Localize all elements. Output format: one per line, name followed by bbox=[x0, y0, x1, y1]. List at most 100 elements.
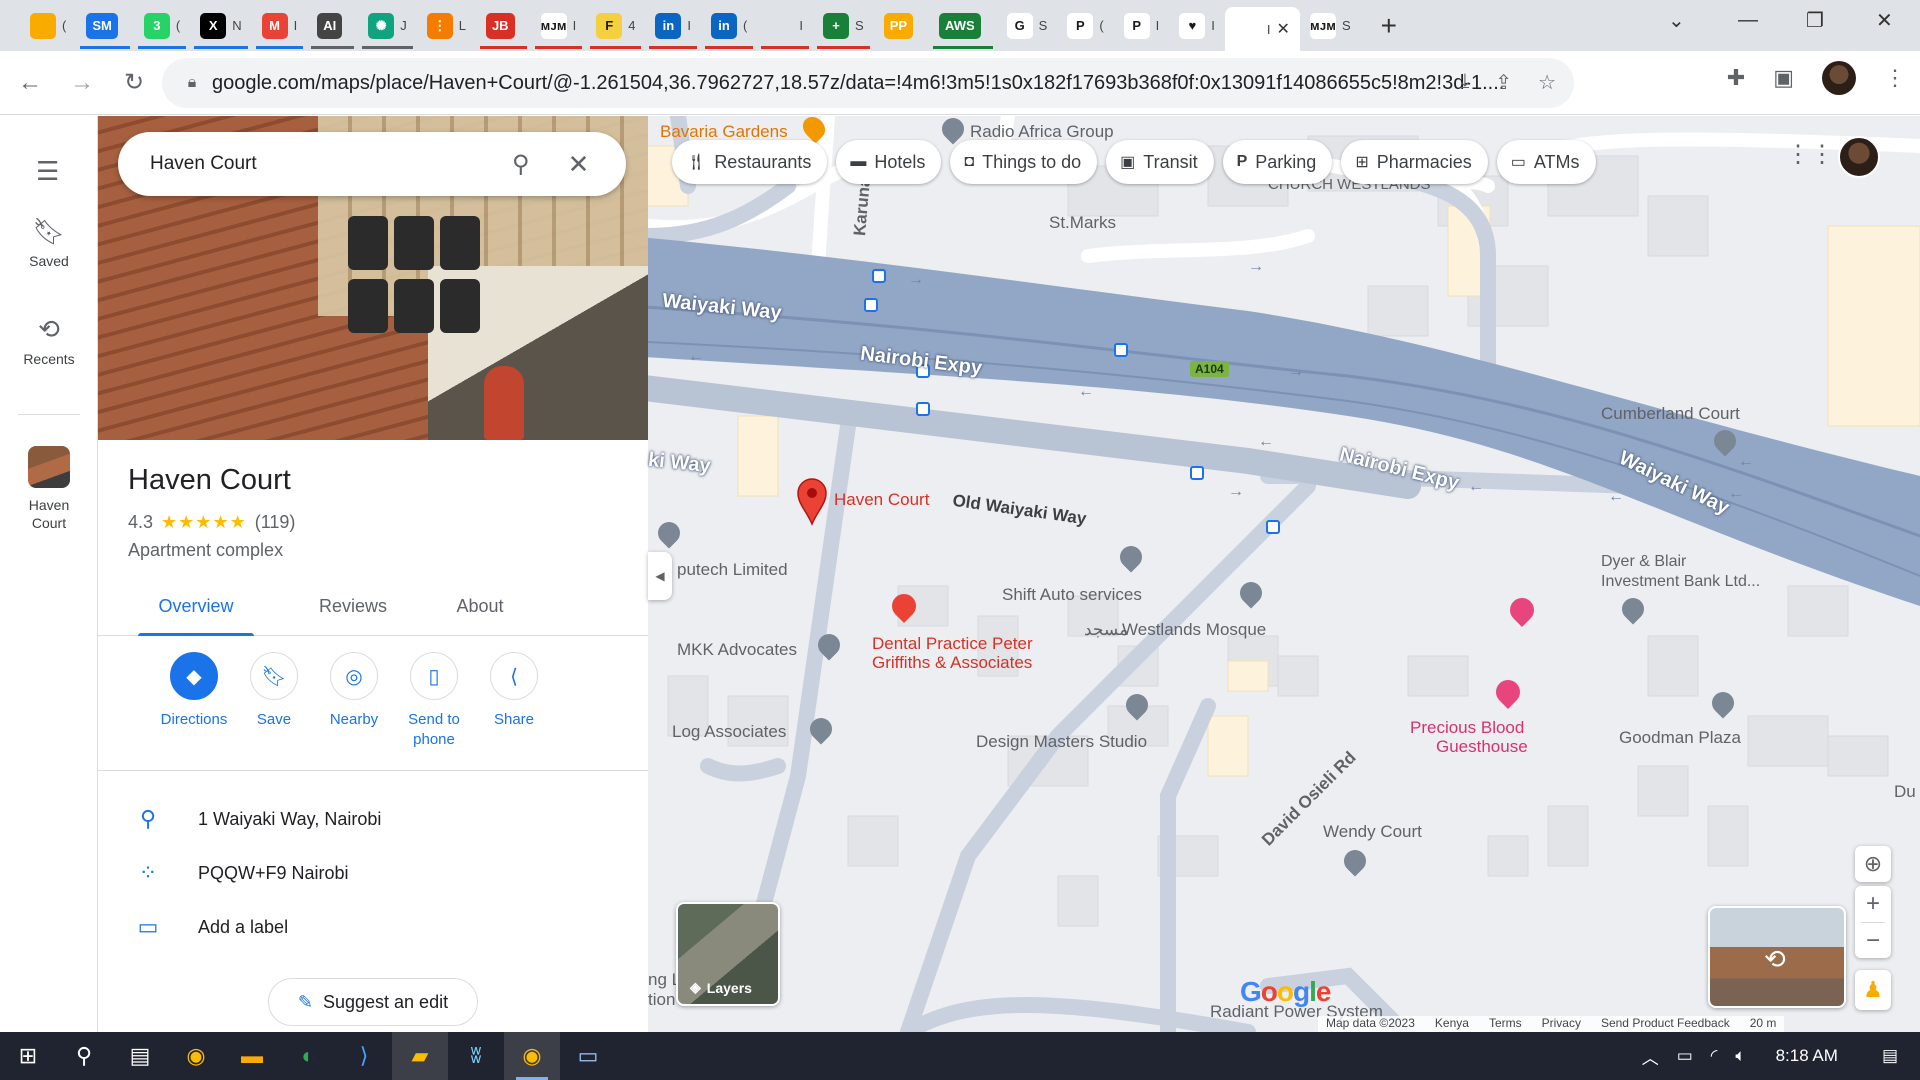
add-label-row[interactable]: ▭ Add a label bbox=[98, 900, 648, 954]
volume-icon[interactable]: 🔈︎ bbox=[1735, 1046, 1745, 1066]
map-label-precious-blood-2[interactable]: Guesthouse bbox=[1436, 737, 1528, 757]
map-label-dental-practice[interactable]: Dental Practice Peter bbox=[872, 634, 1033, 654]
browser-tab[interactable]: I ✕ bbox=[1224, 7, 1300, 51]
map-label-radio-africa[interactable]: Radio Africa Group bbox=[970, 122, 1114, 142]
place-category[interactable]: Apartment complex bbox=[128, 540, 283, 561]
share-page-icon[interactable]: ⇪ bbox=[1495, 70, 1512, 95]
suggest-edit-button[interactable]: ✎ Suggest an edit bbox=[268, 978, 478, 1026]
search-icon[interactable]: ⚲ bbox=[56, 1032, 112, 1080]
browser-tab[interactable]: ⋮ L bbox=[417, 7, 476, 45]
recent-place-haven-court[interactable]: Haven Court bbox=[0, 446, 98, 533]
chip-hotels[interactable]: ▬ Hotels bbox=[836, 140, 942, 184]
back-button[interactable]: ← bbox=[8, 61, 52, 105]
url-text[interactable]: google.com/maps/place/Haven+Court/@-1.26… bbox=[212, 72, 1552, 95]
bus-stop-icon[interactable] bbox=[864, 298, 878, 312]
map-label-design-masters[interactable]: Design Masters Studio bbox=[976, 732, 1147, 752]
browser-tab[interactable]: GS bbox=[997, 7, 1058, 45]
search-box[interactable]: Haven Court ⚲ ✕ bbox=[118, 132, 626, 196]
browser-tab[interactable]: XN bbox=[190, 7, 251, 49]
privacy-link[interactable]: Privacy bbox=[1542, 1016, 1581, 1032]
feedback-link[interactable]: Send Product Feedback bbox=[1601, 1016, 1730, 1032]
browser-tab[interactable]: + S bbox=[813, 7, 874, 49]
map-label-precious-blood[interactable]: Precious Blood bbox=[1410, 718, 1524, 738]
browser-tab[interactable]: ( bbox=[20, 7, 76, 45]
task-view-icon[interactable]: ▤ bbox=[112, 1032, 168, 1080]
terms-link[interactable]: Terms bbox=[1489, 1016, 1522, 1032]
bus-stop-icon[interactable] bbox=[1114, 343, 1128, 357]
clock-time[interactable]: 8:18 AM bbox=[1776, 1046, 1838, 1066]
chip-restaurants[interactable]: 🍴︎ Restaurants bbox=[672, 140, 828, 184]
lock-icon[interactable]: 🔒︎ bbox=[172, 74, 212, 92]
browser-tab[interactable]: MI bbox=[252, 7, 308, 49]
close-window-button[interactable]: ✕ bbox=[1876, 0, 1893, 40]
notifications-icon[interactable]: ▤ bbox=[1882, 1046, 1898, 1066]
zoom-in-button[interactable]: + bbox=[1855, 886, 1891, 922]
chip-atms[interactable]: ▭ ATMs bbox=[1496, 140, 1596, 184]
chip-things-to-do[interactable]: ◘ Things to do bbox=[950, 140, 1098, 184]
chip-transit[interactable]: ▣ Transit bbox=[1106, 140, 1214, 184]
browser-tab[interactable]: P( bbox=[1057, 7, 1113, 45]
restore-button[interactable]: ❐ bbox=[1806, 0, 1824, 40]
chrome-icon[interactable]: ◉ bbox=[168, 1032, 224, 1080]
browser-tab[interactable]: F4 bbox=[586, 7, 645, 49]
close-tab-icon[interactable]: ✕ bbox=[1277, 19, 1290, 39]
tab-overview[interactable]: Overview bbox=[138, 578, 254, 636]
map-label-dyer-blair-2[interactable]: Investment Bank Ltd... bbox=[1601, 573, 1760, 591]
windows-start-icon[interactable]: ⊞ bbox=[0, 1032, 56, 1080]
map-label-westlands-mosque[interactable]: Westlands Mosque bbox=[1122, 620, 1266, 640]
browser-tab[interactable]: AWS bbox=[929, 7, 997, 49]
clear-search-icon[interactable]: ✕ bbox=[568, 149, 590, 180]
hamburger-menu-icon[interactable]: ☰ bbox=[36, 156, 59, 187]
vscode-icon[interactable]: ⟩ bbox=[336, 1032, 392, 1080]
chrome-menu-icon[interactable]: ⋮ bbox=[1884, 65, 1906, 91]
search-icon[interactable]: ⚲ bbox=[512, 150, 530, 179]
map-label-goodman-plaza[interactable]: Goodman Plaza bbox=[1619, 728, 1741, 748]
show-hidden-icons-icon[interactable]: ︿ bbox=[1642, 1044, 1659, 1069]
browser-tab[interactable]: ♥ I bbox=[1169, 7, 1225, 45]
layers-button[interactable]: ◈ Layers bbox=[676, 902, 780, 1006]
browser-tab[interactable]: 3( bbox=[134, 7, 190, 49]
my-location-button[interactable]: ⊕ bbox=[1855, 846, 1891, 882]
browser-tab[interactable]: SM bbox=[76, 7, 134, 49]
extensions-icon[interactable]: ✚ bbox=[1727, 65, 1745, 91]
reload-button[interactable]: ↻ bbox=[112, 61, 156, 105]
tab-about[interactable]: About bbox=[438, 578, 522, 636]
wifi-icon[interactable]: ◜ bbox=[1711, 1046, 1718, 1066]
browser-tab[interactable]: PP bbox=[874, 7, 929, 45]
chrome-active-icon[interactable]: ◉ bbox=[504, 1032, 560, 1080]
share-button[interactable]: ⟨ Share bbox=[464, 652, 564, 730]
bus-stop-icon[interactable] bbox=[872, 269, 886, 283]
wondershare-icon[interactable]: ʬ bbox=[448, 1032, 504, 1080]
sticky-notes-icon[interactable]: ▰ bbox=[392, 1032, 448, 1080]
browser-tab[interactable]: PI bbox=[1114, 7, 1170, 45]
browser-tab[interactable]: JB bbox=[476, 7, 531, 49]
saved-button[interactable]: 🔖︎ Saved bbox=[0, 216, 98, 271]
address-bar[interactable]: 🔒︎ google.com/maps/place/Haven+Court/@-1… bbox=[162, 58, 1574, 108]
browser-tab[interactable]: in ( bbox=[701, 7, 757, 49]
file-explorer-icon[interactable]: ▬ bbox=[224, 1032, 280, 1080]
zoom-out-button[interactable]: − bbox=[1855, 923, 1891, 959]
browser-tab[interactable]: AI bbox=[307, 7, 358, 49]
selected-place-pin-icon[interactable] bbox=[796, 478, 828, 526]
browser-tab[interactable]: ᴍᴊᴍ S bbox=[1300, 7, 1361, 45]
collapse-panel-button[interactable]: ◀ bbox=[648, 552, 672, 600]
install-app-icon[interactable]: ⤓ bbox=[1460, 70, 1469, 95]
plus-code-row[interactable]: ⁘ PQQW+F9 Nairobi bbox=[98, 846, 648, 900]
scale-bar[interactable]: 20 m bbox=[1750, 1016, 1777, 1032]
review-count-link[interactable]: (119) bbox=[255, 512, 296, 533]
browser-tab[interactable]: ✺ J bbox=[358, 7, 417, 49]
edge-icon[interactable]: ◐ bbox=[280, 1032, 336, 1080]
minimize-button[interactable]: — bbox=[1738, 0, 1758, 40]
recents-button[interactable]: ⟲ Recents bbox=[0, 314, 98, 369]
map-label-bavaria-gardens[interactable]: Bavaria Gardens bbox=[660, 122, 788, 142]
map-label-wendy-court[interactable]: Wendy Court bbox=[1323, 822, 1422, 842]
map-label-mkk-advocates[interactable]: MKK Advocates bbox=[677, 640, 797, 660]
remote-desktop-icon[interactable]: ▭ bbox=[560, 1032, 616, 1080]
map-label-haven-court[interactable]: Haven Court bbox=[834, 490, 929, 510]
bus-stop-icon[interactable] bbox=[1266, 520, 1280, 534]
bus-stop-icon[interactable] bbox=[916, 402, 930, 416]
forward-button[interactable]: → bbox=[60, 61, 104, 105]
street-view-preview[interactable]: ⟲ bbox=[1708, 906, 1846, 1008]
country-link[interactable]: Kenya bbox=[1435, 1016, 1469, 1032]
battery-icon[interactable]: ▭ bbox=[1677, 1046, 1693, 1066]
